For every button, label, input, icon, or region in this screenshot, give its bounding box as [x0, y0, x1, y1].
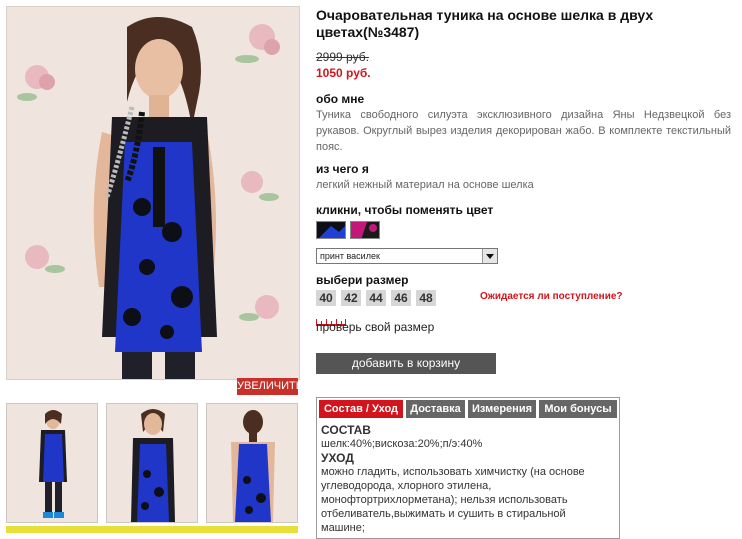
- care-heading: УХОД: [321, 451, 354, 465]
- size-option-44[interactable]: 44: [366, 290, 386, 306]
- thumbnail-front[interactable]: [106, 403, 198, 523]
- composition-heading: СОСТАВ: [321, 423, 371, 437]
- about-text: Туника свободного силуэта эксклюзивного …: [316, 109, 731, 153]
- zoom-button[interactable]: УВЕЛИЧИТЬ: [237, 378, 303, 395]
- tab-delivery[interactable]: Доставка: [406, 400, 465, 418]
- waiting-stock-link[interactable]: Ожидается ли поступление?: [480, 291, 623, 302]
- size-option-48[interactable]: 48: [416, 290, 436, 306]
- chevron-down-icon[interactable]: [482, 249, 497, 263]
- tab-measurements[interactable]: Измерения: [468, 400, 536, 418]
- color-heading: кликни, чтобы поменять цвет: [316, 203, 494, 217]
- tab-bonuses[interactable]: Мои бонусы: [539, 400, 617, 418]
- size-option-46[interactable]: 46: [391, 290, 411, 306]
- material-text: легкий нежный материал на основе шелка: [316, 179, 534, 191]
- add-to-cart-button[interactable]: добавить в корзину: [316, 353, 496, 374]
- size-option-42[interactable]: 42: [341, 290, 361, 306]
- tab-content: СОСТАВ шелк:40%;вискоза:20%;п/э:40% УХОД…: [321, 423, 611, 535]
- size-heading: выбери размер: [316, 273, 409, 287]
- color-select[interactable]: принт василек: [316, 248, 498, 264]
- about-heading: обо мне: [316, 92, 365, 106]
- thumbnail-front-full[interactable]: [6, 403, 98, 523]
- color-swatch-blue[interactable]: [316, 221, 346, 239]
- color-swatch-pink[interactable]: [350, 221, 380, 239]
- size-option-40[interactable]: 40: [316, 290, 336, 306]
- tab-composition-care[interactable]: Состав / Уход: [319, 400, 403, 418]
- promo-strip: [6, 526, 298, 533]
- info-tabs-panel: Состав / Уход Доставка Измерения Мои бон…: [316, 397, 620, 539]
- composition-text: шелк:40%;вискоза:20%;п/э:40%: [321, 438, 483, 450]
- new-price: 1050 руб.: [316, 66, 371, 80]
- care-text: можно гладить, использовать химчистку (н…: [321, 466, 585, 534]
- material-heading: из чего я: [316, 162, 369, 176]
- color-select-value: принт василек: [320, 251, 380, 261]
- product-title: Очаровательная туника на основе шелка в …: [316, 7, 654, 40]
- main-product-photo[interactable]: [6, 6, 300, 380]
- thumbnail-back[interactable]: [206, 403, 298, 523]
- ruler-icon[interactable]: [316, 313, 346, 326]
- old-price: 2999 руб.: [316, 50, 369, 64]
- check-size-link[interactable]: проверь свой размер: [316, 320, 434, 334]
